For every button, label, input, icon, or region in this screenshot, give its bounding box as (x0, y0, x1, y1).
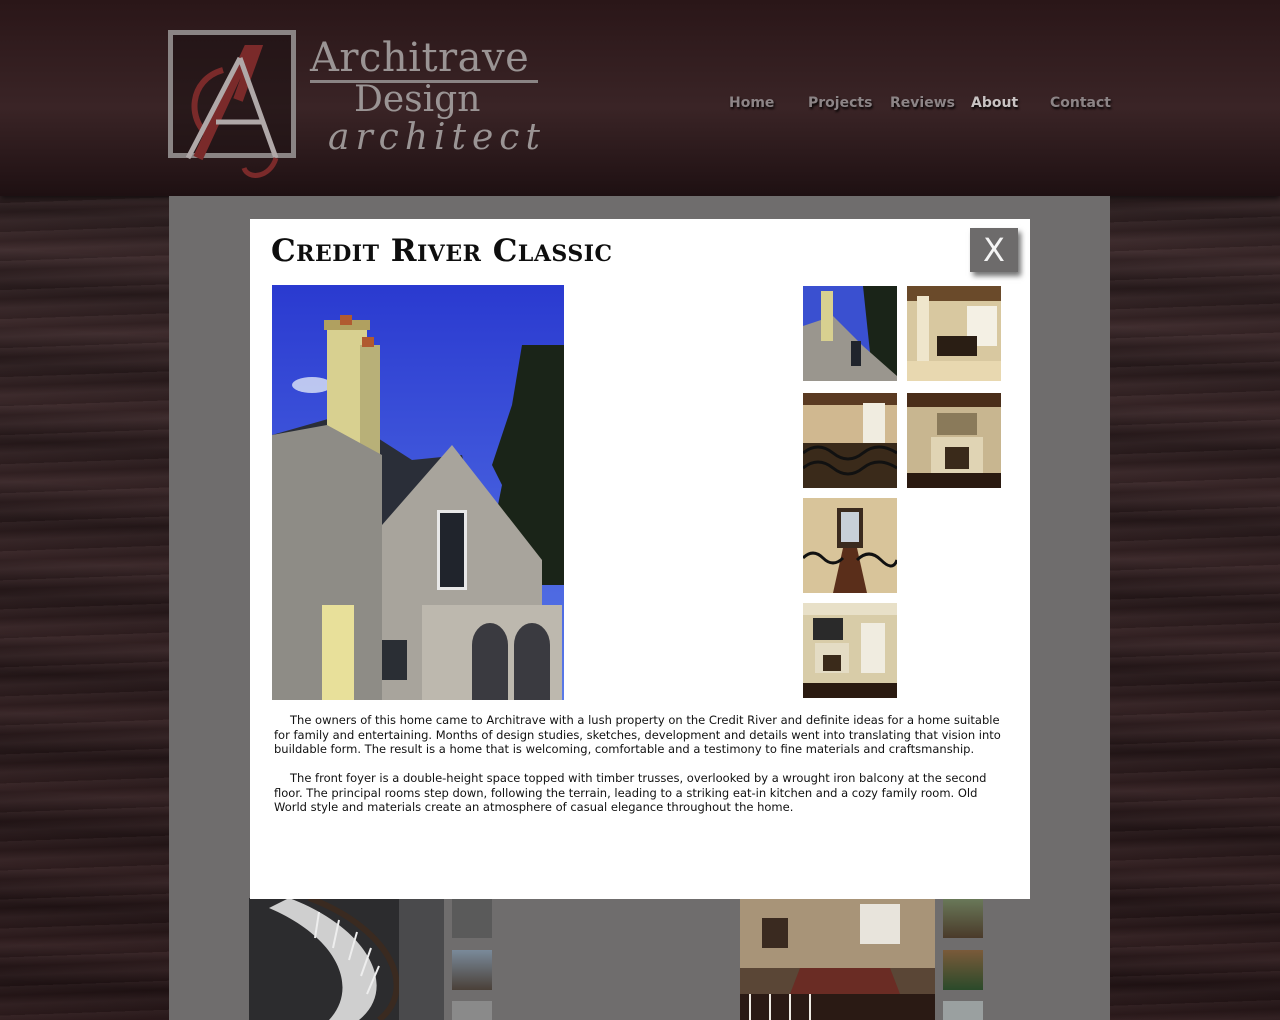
close-button[interactable]: X (970, 228, 1018, 272)
nav-home[interactable]: Home (729, 95, 774, 111)
exterior-thumbnail[interactable] (803, 286, 897, 381)
nav-projects[interactable]: Projects (808, 95, 872, 111)
balcony-thumbnail-image (803, 393, 897, 488)
project-card-image-staircase[interactable] (249, 898, 444, 1020)
family-room-thumbnail-image (803, 603, 897, 698)
main-nav: Home Projects Reviews About Contact (0, 95, 1280, 119)
modal-title: Credit River Classic (271, 233, 613, 269)
logo-name-line1: Architrave (310, 35, 530, 81)
balcony-thumbnail[interactable] (803, 393, 897, 488)
project-description: The owners of this home came to Architra… (274, 713, 1004, 829)
nav-about[interactable]: About (971, 95, 1018, 111)
house-exterior-stone-chimney (272, 285, 564, 700)
nav-reviews[interactable]: Reviews (890, 95, 955, 111)
hallway-photo (740, 898, 935, 1020)
project-card-image-hallway[interactable] (740, 898, 935, 1020)
main-photo (272, 285, 564, 700)
project-thumb[interactable] (943, 950, 983, 990)
staircase-photo (249, 898, 444, 1020)
kitchen-thumbnail-image (907, 286, 1001, 381)
description-paragraph: The front foyer is a double-height space… (274, 771, 987, 814)
site-header: Architrave Design architect Home Project… (0, 0, 1280, 196)
nav-contact[interactable]: Contact (1050, 95, 1111, 111)
project-thumb[interactable] (452, 1001, 492, 1020)
hallway-thumbnail-image (803, 498, 897, 593)
hallway-thumbnail[interactable] (803, 498, 897, 593)
kitchen-thumbnail[interactable] (907, 286, 1001, 381)
description-paragraph: The owners of this home came to Architra… (274, 713, 1001, 756)
project-thumb[interactable] (943, 1001, 983, 1020)
project-thumb[interactable] (452, 898, 492, 938)
logo-name-line3: architect (328, 117, 546, 158)
project-thumb[interactable] (452, 950, 492, 990)
project-modal: Credit River Classic X The owners of thi… (250, 219, 1030, 899)
fireplace-thumbnail-image (907, 393, 1001, 488)
fireplace-thumbnail[interactable] (907, 393, 1001, 488)
family-room-thumbnail[interactable] (803, 603, 897, 698)
exterior-thumbnail-image (803, 286, 897, 381)
project-thumb[interactable] (943, 898, 983, 938)
